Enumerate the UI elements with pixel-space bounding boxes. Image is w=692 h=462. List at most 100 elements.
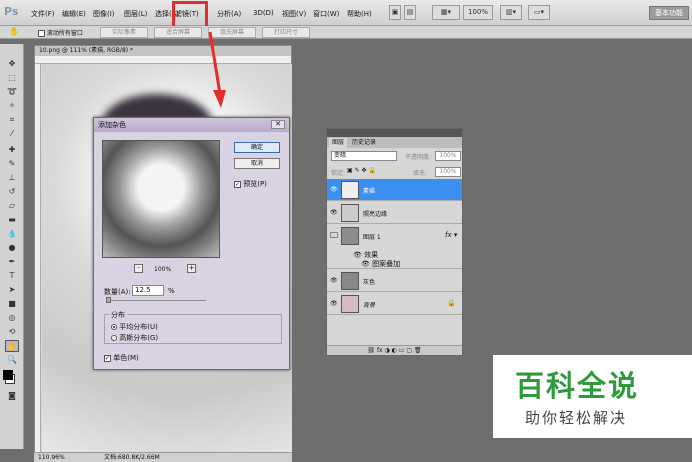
menu-edit[interactable]: 编辑(E) (62, 9, 86, 19)
layer-1[interactable]: 图层 1 fx ▾ 👁 效果 👁 图案叠加 (327, 225, 462, 269)
cancel-button[interactable]: 取消 (234, 158, 280, 169)
layer-background[interactable]: 👁 背景 🔒 (327, 293, 462, 315)
eye-icon[interactable]: 👁 (361, 260, 370, 268)
layer-name: 背景 (363, 302, 376, 309)
menu-help[interactable]: 帮助(H) (347, 9, 372, 19)
clone-stamp-icon[interactable]: ⊥ (5, 172, 19, 184)
3d-orbit-icon[interactable]: ⟲ (5, 326, 19, 338)
blur-tool-icon[interactable]: 💧 (5, 228, 19, 240)
quick-mask-icon[interactable]: ◙ (5, 390, 19, 402)
shape-tool-icon[interactable]: ■ (5, 298, 19, 310)
fit-screen-button[interactable]: 适合屏幕 (154, 27, 202, 38)
pattern-overlay-label: 图案叠加 (372, 260, 401, 268)
eye-icon[interactable]: 👁 (330, 300, 338, 307)
layer-gray[interactable]: 👁 灰色 (327, 270, 462, 292)
amount-slider-track[interactable] (106, 300, 206, 301)
magic-wand-icon[interactable]: ✧ (5, 100, 19, 112)
monochromatic-label: 单色(M) (113, 354, 139, 362)
blend-mode-select[interactable]: 变暗 (331, 151, 397, 161)
menu-view[interactable]: 视图(V) (282, 9, 306, 19)
workspace-switcher[interactable]: 基本功能 (649, 6, 689, 20)
layer-glowing-edges[interactable]: 👁 照亮边缘 (327, 202, 462, 224)
status-bar: 110.96% 文档:680.8K/2.66M (34, 452, 292, 462)
gradient-tool-icon[interactable]: ▬ (5, 214, 19, 226)
panel-footer-icons[interactable]: ⛓ fx ◑ ◐ ▭ ▢ 🗑 (327, 345, 462, 355)
document-size: 文档:680.8K/2.66M (104, 454, 160, 461)
3d-rotate-icon[interactable]: ◎ (5, 312, 19, 324)
extras-icon[interactable]: ▭▾ (528, 5, 550, 20)
photoshop-logo: Ps (4, 5, 19, 18)
history-brush-icon[interactable]: ↺ (5, 186, 19, 198)
menu-3d[interactable]: 3D(D) (253, 9, 274, 17)
layer-thumbnail (341, 181, 359, 199)
type-tool-icon[interactable]: T (5, 270, 19, 282)
zoom-tool-icon[interactable]: 🔍 (5, 354, 19, 366)
uniform-radio[interactable] (111, 324, 117, 330)
pen-tool-icon[interactable]: ✒ (5, 256, 19, 268)
eye-icon[interactable]: 👁 (330, 209, 338, 216)
layer-name: 照亮边缘 (363, 211, 388, 218)
monochromatic-checkbox[interactable]: ✓ (104, 354, 111, 362)
amount-slider-thumb[interactable] (106, 297, 111, 303)
crop-tool-icon[interactable]: ⌗ (5, 114, 19, 126)
preview-checkbox[interactable]: ✓ (234, 180, 241, 188)
menu-image[interactable]: 图像(I) (93, 9, 115, 19)
menu-analysis[interactable]: 分析(A) (217, 9, 241, 19)
move-tool-icon[interactable]: ✥ (5, 58, 19, 70)
tab-history[interactable]: 历史记录 (349, 138, 379, 148)
lasso-tool-icon[interactable]: ➰ (5, 86, 19, 98)
lock-icon[interactable]: ▣ ✎ ✥ 🔒 (347, 167, 376, 174)
add-noise-dialog: 添加杂色 ✕ - 100% + 确定 取消 ✓ 预览(P) 数量(A): 12.… (93, 117, 290, 370)
filter-preview[interactable] (102, 140, 220, 258)
document-tab[interactable]: 10.png @ 111% (素描, RGB/8) * (35, 46, 291, 56)
hand-tool-icon[interactable]: ✋ (7, 26, 21, 38)
hand-tool-icon[interactable]: ✋ (5, 340, 19, 352)
eyedropper-icon[interactable]: ⁄ (5, 128, 19, 140)
distribution-label: 分布 (109, 310, 127, 320)
menu-layer[interactable]: 图层(L) (124, 9, 147, 19)
layer-thumbnail (341, 204, 359, 222)
watermark-subtitle: 助你轻松解决 (525, 409, 628, 427)
red-arrow-annotation (208, 31, 226, 108)
eye-icon[interactable]: 👁 (353, 251, 362, 259)
zoom-out-button[interactable]: - (134, 264, 143, 273)
eye-hidden-icon[interactable] (330, 232, 338, 238)
screen-mode-icon[interactable]: ▥▾ (500, 5, 522, 20)
actual-pixels-button[interactable]: 实际像素 (100, 27, 148, 38)
preview-zoom: 100% (154, 266, 172, 273)
eye-icon[interactable]: 👁 (330, 277, 338, 284)
opacity-input[interactable]: 100% (435, 151, 461, 161)
menu-window[interactable]: 窗口(W) (313, 9, 339, 19)
minibridge-icon[interactable]: ▤ (404, 5, 416, 20)
healing-brush-icon[interactable]: ✚ (5, 144, 19, 156)
zoom-readout[interactable]: 110.96% (38, 453, 65, 462)
fill-input[interactable]: 100% (435, 167, 461, 177)
gaussian-radio[interactable] (111, 335, 117, 341)
dodge-tool-icon[interactable]: ● (5, 242, 19, 254)
foreground-color-swatch[interactable] (3, 370, 13, 380)
opacity-label: 不透明度: (405, 154, 432, 161)
zoom-in-button[interactable]: + (187, 264, 196, 273)
scroll-all-label: 滚动所有窗口 (46, 30, 83, 37)
close-icon[interactable]: ✕ (271, 120, 285, 129)
eraser-tool-icon[interactable]: ▱ (5, 200, 19, 212)
path-select-icon[interactable]: ➤ (5, 284, 19, 296)
panel-tabs: 图层 历史记录 (327, 137, 462, 148)
print-size-button[interactable]: 打印尺寸 (262, 27, 310, 38)
amount-input[interactable]: 12.5 (132, 285, 164, 296)
fx-icon[interactable]: fx ▾ (445, 231, 457, 239)
scroll-all-checkbox[interactable] (38, 30, 45, 37)
zoom-select[interactable]: 100% (463, 5, 493, 20)
menu-file[interactable]: 文件(F) (31, 9, 55, 19)
layer-thumbnail (341, 295, 359, 313)
ok-button[interactable]: 确定 (234, 142, 280, 153)
bridge-icon[interactable]: ▣ (389, 5, 401, 20)
layer-sketch[interactable]: 👁 素描 (327, 179, 462, 201)
vertical-ruler (35, 64, 41, 454)
brush-tool-icon[interactable]: ✎ (5, 158, 19, 170)
eye-icon[interactable]: 👁 (330, 186, 338, 193)
marquee-tool-icon[interactable]: ⬚ (5, 72, 19, 84)
arrange-icon[interactable]: ▦▾ (432, 5, 460, 20)
panel-header[interactable] (327, 129, 462, 137)
tab-layers[interactable]: 图层 (329, 138, 348, 148)
